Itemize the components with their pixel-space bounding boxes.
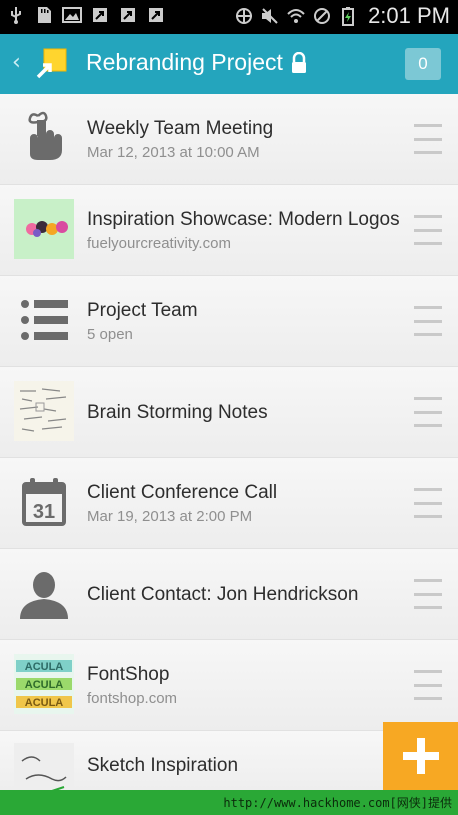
battery-charging-icon: [338, 6, 358, 26]
reminder-finger-icon: [14, 108, 74, 168]
person-icon: [14, 563, 74, 623]
count-badge[interactable]: 0: [405, 48, 441, 80]
link-thumbnail: [14, 199, 74, 259]
sync-icon: [118, 5, 138, 25]
item-title: Inspiration Showcase: Modern Logos: [87, 209, 400, 230]
list-item[interactable]: Client Contact: Jon Hendrickson: [0, 549, 458, 640]
watermark-bar: http://www.hackhome.com[网侠]提供: [0, 790, 458, 815]
drag-handle-icon[interactable]: [414, 306, 442, 336]
list-item[interactable]: Weekly Team Meeting Mar 12, 2013 at 10:0…: [0, 94, 458, 185]
calendar-day: 31: [33, 501, 55, 523]
item-title: Project Team: [87, 300, 198, 321]
item-subtitle: Mar 12, 2013 at 10:00 AM: [87, 144, 260, 161]
list-item[interactable]: Brain Storming Notes: [0, 367, 458, 458]
wifi-icon: [286, 6, 306, 26]
item-title: FontShop: [87, 664, 170, 685]
back-chevron-icon[interactable]: ‹: [12, 50, 21, 75]
sync-icon: [146, 5, 166, 25]
list-item[interactable]: Project Team 5 open: [0, 276, 458, 367]
drag-handle-icon[interactable]: [414, 488, 442, 518]
item-title: Client Conference Call: [87, 482, 278, 503]
drag-handle-icon[interactable]: [414, 215, 442, 245]
item-list: Weekly Team Meeting Mar 12, 2013 at 10:0…: [0, 94, 458, 803]
status-bar: 2:01 PM: [0, 0, 458, 34]
no-signal-icon: [312, 6, 332, 26]
app-bar: ‹ Rebranding Project 0: [0, 34, 458, 94]
svg-text:ACULA: ACULA: [25, 697, 64, 709]
drag-handle-icon[interactable]: [414, 670, 442, 700]
svg-text:ACULA: ACULA: [25, 661, 64, 673]
item-subtitle: 5 open: [87, 326, 133, 343]
usb-icon: [6, 5, 26, 25]
watermark-text: http://www.hackhome.com[网侠]提供: [223, 796, 452, 810]
lock-icon: [290, 51, 308, 74]
notes-thumbnail: [14, 381, 74, 441]
item-title: Brain Storming Notes: [87, 402, 268, 423]
list-icon: [14, 290, 74, 350]
drag-handle-icon[interactable]: [414, 124, 442, 154]
mute-icon: [260, 6, 280, 26]
item-title: Weekly Team Meeting: [87, 118, 274, 139]
svg-text:ACULA: ACULA: [25, 679, 64, 691]
sd-card-icon: [34, 5, 54, 25]
item-subtitle: Mar 19, 2013 at 2:00 PM: [87, 508, 253, 525]
list-item[interactable]: Inspiration Showcase: Modern Logos fuely…: [0, 185, 458, 276]
list-item[interactable]: ACULA ACULA ACULA FontShop fontshop.com: [0, 640, 458, 731]
list-item[interactable]: 31 Client Conference Call Mar 19, 2013 a…: [0, 458, 458, 549]
item-title: Client Contact: Jon Hendrickson: [87, 584, 359, 605]
plus-icon: [402, 738, 439, 774]
item-subtitle: fuelyourcreativity.com: [87, 235, 231, 252]
link-thumbnail: ACULA ACULA ACULA: [14, 654, 74, 714]
item-subtitle: fontshop.com: [87, 690, 178, 707]
calendar-icon: 31: [14, 472, 74, 532]
page-title: Rebranding Project: [86, 49, 283, 75]
sync-icon: [90, 5, 110, 25]
add-button[interactable]: [383, 722, 458, 790]
image-icon: [62, 5, 82, 25]
clock: 2:01 PM: [368, 3, 450, 28]
drag-handle-icon[interactable]: [414, 397, 442, 427]
app-logo[interactable]: [34, 47, 68, 81]
drag-handle-icon[interactable]: [414, 579, 442, 609]
data-sync-icon: [234, 6, 254, 26]
item-title: Sketch Inspiration: [87, 755, 239, 776]
